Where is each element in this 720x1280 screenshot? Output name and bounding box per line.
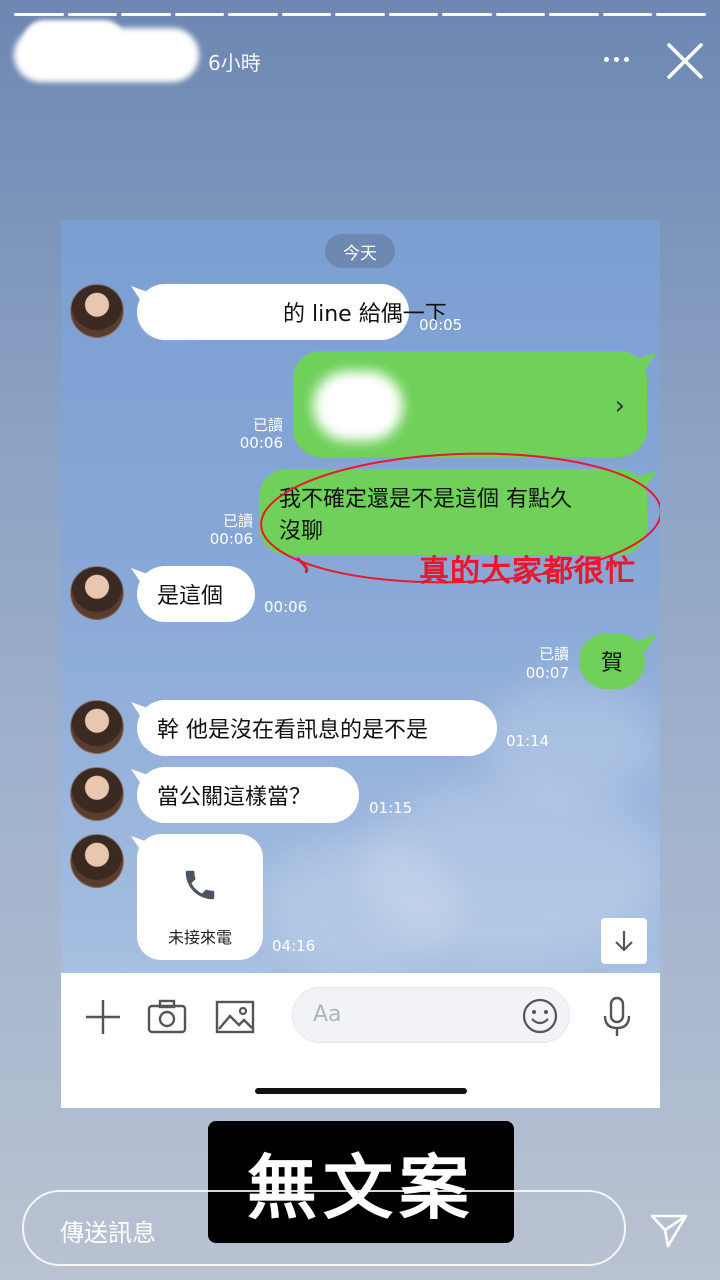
- message-time: 01:14: [506, 732, 550, 750]
- progress-segment: [656, 13, 706, 16]
- chat-input-toolbar: Aa: [61, 973, 660, 1108]
- dot-icon: [603, 56, 609, 62]
- image-icon: [215, 1000, 255, 1034]
- phone-icon: [185, 870, 215, 900]
- reply-placeholder: 傳送訊息: [60, 1219, 156, 1247]
- progress-segment: [228, 13, 278, 16]
- avatar[interactable]: [70, 700, 124, 754]
- send-icon: [650, 1214, 688, 1248]
- missed-call-bubble[interactable]: 未接來電: [137, 834, 263, 960]
- message-time: 00:07: [525, 664, 569, 682]
- dot-icon: [623, 56, 629, 62]
- message-text: 賀: [600, 651, 623, 676]
- message-text: 是這個: [157, 584, 224, 609]
- camera-icon: [147, 999, 187, 1034]
- home-indicator: [255, 1088, 467, 1094]
- progress-segment: [602, 13, 653, 16]
- message-bubble[interactable]: 賀: [579, 633, 645, 689]
- message-text: 幹 他是沒在看訊息的是不是: [157, 718, 428, 743]
- progress-segment: [495, 13, 546, 16]
- progress-segment: [335, 13, 385, 16]
- arrow-down-icon: [615, 931, 633, 952]
- voice-button[interactable]: [595, 995, 639, 1039]
- chat-screenshot: 今天 的 line 給偶一下 00:05 › 已讀 00:06 我不確定還是不是…: [61, 220, 660, 1108]
- avatar[interactable]: [70, 566, 124, 620]
- annotation-text: 真的大家都很忙: [419, 554, 636, 589]
- more-options-button[interactable]: [596, 46, 636, 72]
- message-bubble[interactable]: 幹 他是沒在看訊息的是不是: [137, 700, 497, 756]
- chat-area: 今天 的 line 給偶一下 00:05 › 已讀 00:06 我不確定還是不是…: [61, 220, 660, 973]
- progress-segment: [174, 13, 225, 16]
- message-time: 04:16: [272, 937, 316, 955]
- story-progress-bar: [14, 13, 706, 16]
- avatar[interactable]: [70, 767, 124, 821]
- avatar[interactable]: [70, 834, 124, 888]
- message-time: 01:15: [369, 799, 413, 817]
- message-input[interactable]: Aa: [292, 987, 570, 1043]
- progress-segment: [281, 13, 332, 16]
- close-button[interactable]: [664, 40, 706, 82]
- scroll-down-button[interactable]: [601, 918, 647, 964]
- camera-button[interactable]: [145, 995, 189, 1039]
- message-bubble[interactable]: 當公關這樣當？: [137, 767, 359, 823]
- microphone-icon: [603, 996, 631, 1036]
- close-icon: [667, 43, 703, 79]
- reply-input[interactable]: 傳送訊息: [22, 1190, 626, 1266]
- message-time: 00:06: [264, 598, 308, 616]
- progress-segment: [67, 13, 118, 16]
- send-button[interactable]: [648, 1208, 690, 1250]
- progress-segment: [14, 13, 64, 16]
- progress-segment: [388, 13, 439, 16]
- progress-segment: [549, 13, 599, 16]
- dot-icon: [613, 56, 619, 62]
- redacted-avatar[interactable]: [24, 20, 124, 60]
- plus-icon: [86, 1000, 120, 1034]
- message-text: 當公關這樣當？: [157, 785, 312, 810]
- missed-call-label: 未接來電: [167, 928, 232, 947]
- input-placeholder: Aa: [313, 1002, 342, 1027]
- read-status: 已讀: [538, 645, 569, 663]
- story-time-ago: 6小時: [208, 51, 261, 75]
- progress-segment: [442, 13, 492, 16]
- gallery-button[interactable]: [213, 995, 257, 1039]
- emoji-icon[interactable]: [521, 997, 559, 1035]
- progress-segment: [121, 13, 171, 16]
- add-button[interactable]: [81, 995, 125, 1039]
- message-bubble[interactable]: 是這個: [137, 566, 255, 622]
